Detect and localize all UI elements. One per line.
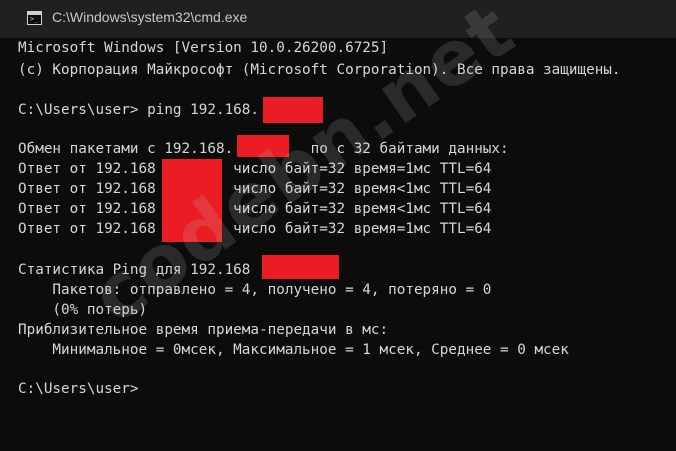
- console-line: Приблизительное время приема-передачи в …: [18, 322, 389, 338]
- console-line: C:\Users\user>: [18, 381, 139, 397]
- console-line: (c) Корпорация Майкрософт (Microsoft Cor…: [18, 62, 621, 78]
- window-title: C:\Windows\system32\cmd.exe: [52, 9, 248, 25]
- console-line: C:\Users\user> ping 192.168.: [18, 102, 260, 118]
- console-line: Минимальное = 0мсек, Максимальное = 1 мс…: [18, 342, 569, 358]
- cmd-icon: >_: [27, 11, 42, 25]
- console-line: Microsoft Windows [Version 10.0.26200.67…: [18, 40, 389, 56]
- title-bar[interactable]: >_ C:\Windows\system32\cmd.exe: [0, 0, 676, 38]
- redaction-block: [262, 255, 339, 279]
